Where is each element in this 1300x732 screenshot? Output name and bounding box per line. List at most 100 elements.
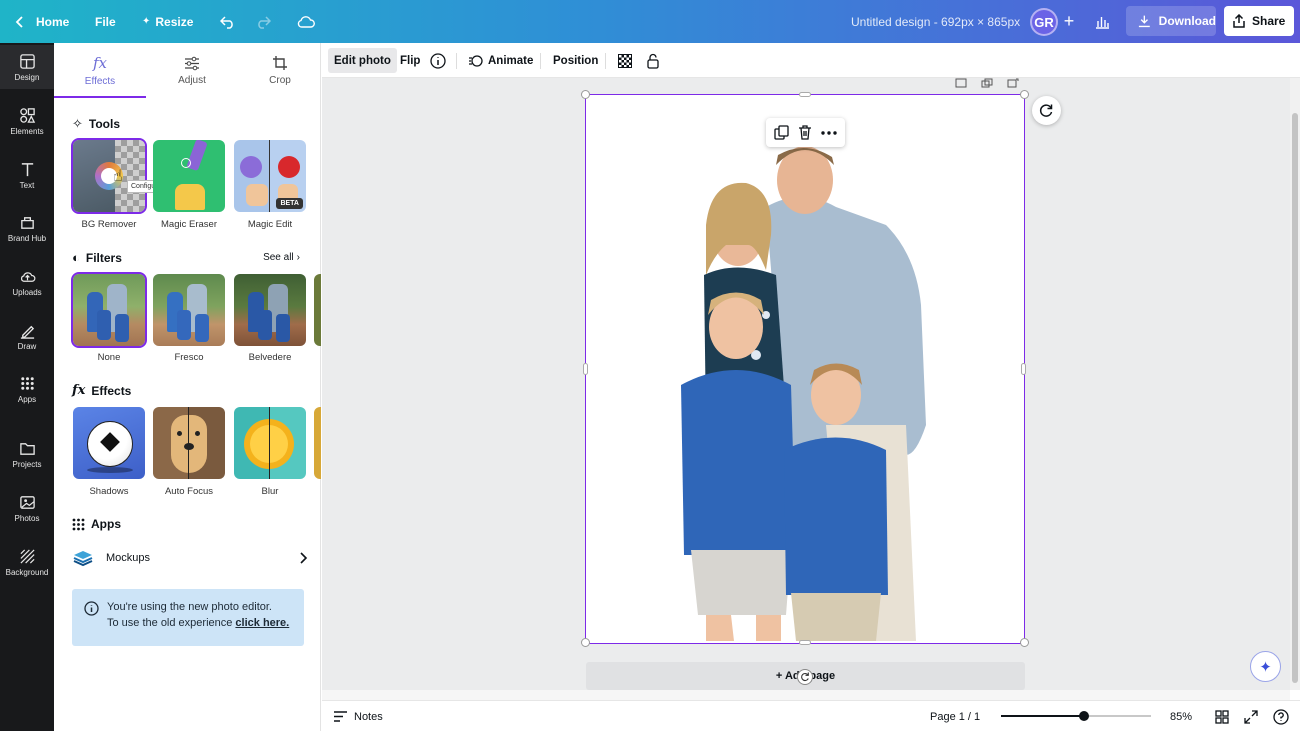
share-button[interactable]: Share	[1224, 6, 1294, 36]
resize-handle-bottom[interactable]	[799, 640, 811, 645]
tab-crop[interactable]: Crop	[234, 43, 326, 98]
trash-icon[interactable]	[798, 125, 812, 140]
zoom-slider[interactable]	[1001, 711, 1151, 721]
nav-item-uploads[interactable]: Uploads	[0, 260, 54, 304]
vertical-scrollbar[interactable]	[1290, 78, 1300, 690]
tab-adjust[interactable]: Adjust	[146, 43, 238, 98]
more-options-icon[interactable]	[820, 130, 837, 135]
nav-label-background: Background	[5, 567, 49, 577]
position-button[interactable]: Position	[547, 48, 604, 73]
context-toolbar: Edit photo Flip Animate Position	[322, 43, 1300, 78]
insights-button[interactable]	[1095, 0, 1110, 43]
nav-item-brand-hub[interactable]: Brand Hub	[0, 206, 54, 250]
resize-handle-left[interactable]	[583, 363, 588, 375]
magic-assistant-button[interactable]: ✦	[1250, 651, 1281, 682]
filter-none-label: None	[97, 352, 121, 363]
nav-item-draw[interactable]: Draw	[0, 314, 54, 358]
old-experience-link[interactable]: click here.	[235, 617, 289, 629]
nav-item-elements[interactable]: Elements	[0, 99, 54, 143]
magic-edit-thumb[interactable]: BETA	[234, 140, 306, 212]
flip-label: Flip	[400, 54, 421, 67]
filters-heading: ◐ Filters	[72, 250, 122, 265]
plus-icon: +	[1063, 10, 1075, 31]
resize-handle-top-left[interactable]	[581, 90, 590, 99]
sparkle-icon: ✦	[142, 16, 151, 27]
effect-blur-thumb[interactable]	[234, 407, 306, 479]
design-page[interactable]	[581, 90, 1029, 647]
redo-button[interactable]	[255, 0, 271, 43]
effects-heading-text: Effects	[91, 383, 132, 398]
flip-button[interactable]: Flip	[394, 48, 426, 73]
filter-next-thumb-partial[interactable]	[314, 274, 321, 346]
resize-handle-bottom-left[interactable]	[581, 638, 590, 647]
zoom-level[interactable]: 85%	[1170, 701, 1192, 732]
design-title[interactable]: Untitled design - 692px × 865px	[851, 0, 1020, 43]
page-indicator[interactable]: Page 1 / 1	[930, 701, 980, 732]
hide-page-icon[interactable]	[955, 78, 967, 88]
resize-handle-right[interactable]	[1021, 363, 1026, 375]
background-icon	[19, 548, 35, 564]
grid-view-button[interactable]	[1215, 701, 1229, 732]
new-editor-info-box: You're using the new photo editor. To us…	[72, 589, 304, 646]
file-menu-button[interactable]: File	[95, 0, 116, 43]
home-button[interactable]: Home	[14, 0, 69, 43]
chevron-right-icon	[300, 552, 308, 564]
edit-photo-button[interactable]: Edit photo	[328, 48, 397, 73]
magic-eraser-thumb[interactable]	[153, 140, 225, 212]
copy-icon[interactable]	[774, 125, 789, 140]
effect-shadows-thumb[interactable]	[73, 407, 145, 479]
toolbar-divider	[540, 53, 541, 69]
nav-item-background[interactable]: Background	[0, 540, 54, 584]
resize-handle-top-right[interactable]	[1020, 90, 1029, 99]
tab-adjust-label: Adjust	[178, 74, 206, 86]
filter-fresco-thumb[interactable]	[153, 274, 225, 346]
family-photo[interactable]	[586, 95, 1024, 643]
nav-item-design[interactable]: Design	[0, 45, 54, 89]
rotate-refresh-button[interactable]	[1032, 96, 1061, 125]
vertical-scrollbar-thumb[interactable]	[1292, 113, 1298, 683]
effect-blur-label: Blur	[261, 486, 279, 497]
effect-next-thumb-partial[interactable]	[314, 407, 321, 479]
notes-button[interactable]: Notes	[333, 701, 383, 732]
rotate-handle[interactable]	[797, 669, 813, 685]
bg-remover-thumb[interactable]: ☝	[71, 138, 147, 214]
projects-icon	[19, 442, 35, 455]
cloud-save-button[interactable]	[297, 0, 315, 43]
nav-item-photos[interactable]: Photos	[0, 486, 54, 530]
nav-item-apps[interactable]: Apps	[0, 367, 54, 411]
resize-handle-bottom-right[interactable]	[1020, 638, 1029, 647]
transparency-button[interactable]	[612, 48, 638, 73]
tab-effects[interactable]: fx Effects	[54, 43, 146, 98]
resize-handle-top[interactable]	[799, 92, 811, 97]
elements-icon	[19, 107, 35, 123]
zoom-slider-knob[interactable]	[1078, 711, 1089, 721]
animate-button[interactable]: Animate	[462, 48, 539, 73]
fullscreen-button[interactable]	[1244, 701, 1258, 732]
filters-icon: ◐	[72, 250, 80, 265]
left-nav: Design Elements Text Brand Hub Uploads D…	[0, 43, 54, 731]
share-icon	[1233, 14, 1245, 28]
undo-button[interactable]	[220, 0, 236, 43]
nav-item-projects[interactable]: Projects	[0, 432, 54, 476]
mockups-app-row[interactable]: Mockups	[72, 543, 308, 573]
horizontal-scrollbar[interactable]	[322, 690, 1290, 700]
filter-belvedere-thumb[interactable]	[234, 274, 306, 346]
fx-icon: fx	[92, 54, 107, 72]
notes-icon	[334, 711, 347, 722]
nav-label-draw: Draw	[17, 341, 37, 351]
download-button[interactable]: Download	[1126, 6, 1216, 36]
resize-button[interactable]: ✦ Resize	[142, 0, 193, 43]
photo-info-button[interactable]	[424, 48, 452, 73]
add-collaborator-button[interactable]: +	[1058, 10, 1080, 32]
filters-see-all-link[interactable]: See all ›	[263, 252, 300, 263]
add-page-icon[interactable]	[1007, 78, 1019, 88]
nav-item-text[interactable]: Text	[0, 153, 54, 197]
filter-none-thumb[interactable]	[71, 272, 147, 348]
lock-button[interactable]	[640, 48, 666, 73]
apps-heading: Apps	[72, 517, 121, 531]
effect-auto-focus-thumb[interactable]	[153, 407, 225, 479]
nav-label-uploads: Uploads	[12, 287, 42, 297]
avatar[interactable]: GR	[1030, 8, 1058, 36]
help-button[interactable]	[1273, 701, 1289, 732]
duplicate-page-icon[interactable]	[981, 78, 993, 88]
